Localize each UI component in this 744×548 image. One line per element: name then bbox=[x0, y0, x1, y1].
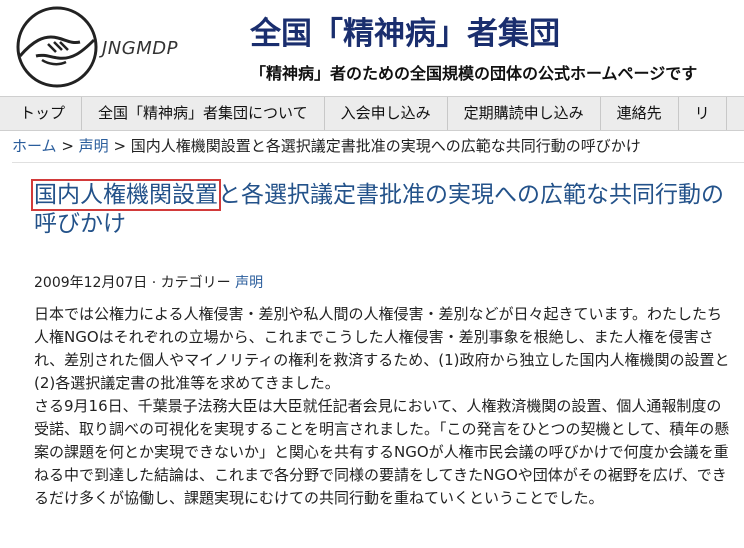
article-title-highlight: 国内人権機関設置 bbox=[31, 179, 221, 211]
nav-item-contact[interactable]: 連絡先 bbox=[601, 97, 679, 130]
breadcrumb: ホーム > 声明 > 国内人権機関設置と各選択議定書批准の実現への広範な共同行動… bbox=[12, 135, 744, 156]
breadcrumb-current: 国内人権機関設置と各選択議定書批准の実現への広範な共同行動の呼びかけ bbox=[130, 137, 641, 155]
site-title[interactable]: 全国「精神病」者集団 bbox=[250, 8, 560, 53]
logo-text: JNGMDP bbox=[102, 38, 178, 59]
article-title: 国内人権機関設置と各選択議定書批准の実現への広範な共同行動の呼びかけ bbox=[31, 179, 734, 239]
breadcrumb-separator: > bbox=[108, 137, 131, 155]
article-meta: 2009年12月07日 · カテゴリー 声明 bbox=[34, 272, 263, 292]
article-paragraph: さる9月16日、千葉景子法務大臣は大臣就任記者会見において、人権救済機関の設置、… bbox=[34, 397, 730, 507]
article-date: 2009年12月07日 bbox=[34, 275, 148, 291]
main-nav: トップ 全国「精神病」者集団について 入会申し込み 定期購読申し込み 連絡先リ bbox=[0, 96, 744, 131]
nav-item-links[interactable]: リ bbox=[679, 97, 727, 130]
nav-item-subscribe[interactable]: 定期購読申し込み bbox=[448, 97, 601, 130]
article-category-link[interactable]: 声明 bbox=[235, 275, 263, 291]
handshake-logo-icon[interactable] bbox=[2, 4, 112, 90]
site-header: JNGMDP 全国「精神病」者集団 「精神病」者のための全国規模の団体の公式ホー… bbox=[0, 0, 744, 96]
divider bbox=[12, 162, 744, 163]
nav-item-join[interactable]: 入会申し込み bbox=[325, 97, 448, 130]
article-paragraph: 日本では公権力による人権侵害・差別や私人間の人権侵害・差別などが日々起きています… bbox=[34, 305, 730, 392]
breadcrumb-category-link[interactable]: 声明 bbox=[79, 137, 109, 155]
nav-item-about[interactable]: 全国「精神病」者集団について bbox=[82, 97, 325, 130]
breadcrumb-home-link[interactable]: ホーム bbox=[12, 137, 57, 155]
article-body: 日本では公権力による人権侵害・差別や私人間の人権侵害・差別などが日々起きています… bbox=[34, 303, 734, 510]
breadcrumb-separator: > bbox=[56, 137, 79, 155]
nav-item-top[interactable]: トップ bbox=[0, 97, 83, 130]
meta-separator: · カテゴリー bbox=[147, 275, 236, 291]
site-subtitle: 「精神病」者のための全国規模の団体の公式ホームページです bbox=[250, 64, 698, 83]
